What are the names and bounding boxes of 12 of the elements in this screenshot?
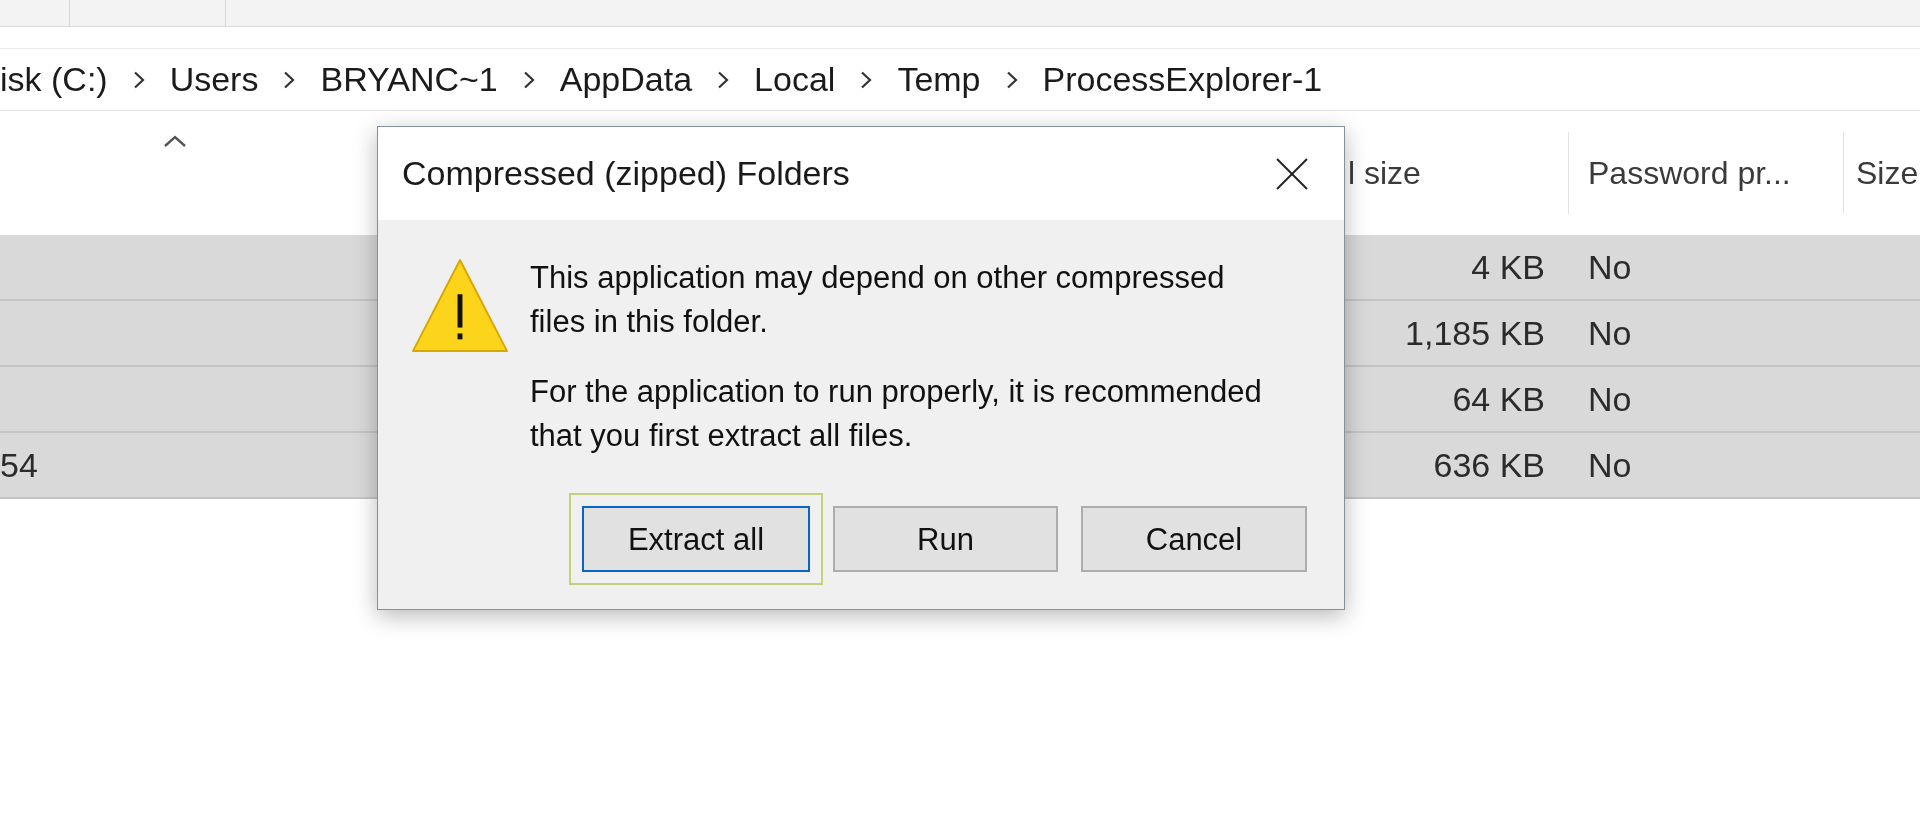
table-cell-text: 636 KB	[1433, 444, 1545, 486]
message-text: This application may depend on other compressed files in this folder.	[530, 259, 1226, 341]
table-cell-text: No	[1588, 378, 1632, 420]
table-cell-text: No	[1588, 444, 1632, 486]
table-cell-text: 1,185 KB	[1405, 312, 1545, 354]
table-cell-text: 54	[0, 444, 38, 486]
table-cell-text: No	[1588, 246, 1632, 288]
message-text: For the application to run properly, it is recommended that you first extract all files.	[530, 373, 1263, 455]
table-cell-text: 4 KB	[1471, 246, 1545, 288]
table-cell-text: No	[1588, 312, 1632, 354]
table-cell-text: 64 KB	[1452, 378, 1545, 420]
dialog-title: Compressed (zipped) Folders	[402, 153, 850, 194]
